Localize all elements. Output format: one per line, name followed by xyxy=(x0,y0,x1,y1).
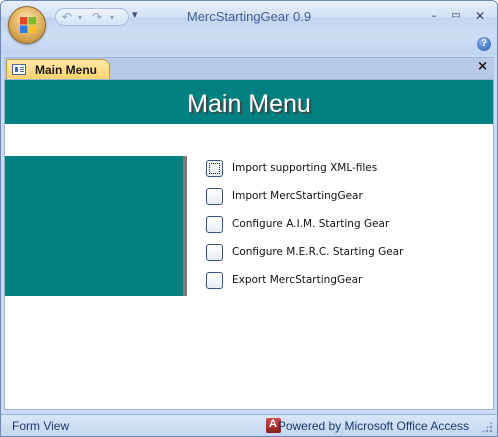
configure-merc-button[interactable] xyxy=(206,244,223,261)
status-powered-by: Powered by Microsoft Office Access xyxy=(277,419,469,433)
menu-item-configure-merc: Configure M.E.R.C. Starting Gear xyxy=(206,244,466,264)
status-bar: Form View Powered by Microsoft Office Ac… xyxy=(1,414,497,436)
restore-icon[interactable]: ▭ xyxy=(445,6,467,26)
close-icon[interactable]: ✕ xyxy=(469,6,491,26)
close-tab-icon[interactable]: × xyxy=(477,59,488,74)
tab-main-menu[interactable]: Main Menu xyxy=(6,59,110,80)
menu-item-label: Import MercStartingGear xyxy=(232,190,363,202)
import-xml-button[interactable] xyxy=(206,160,223,177)
export-button[interactable] xyxy=(206,272,223,289)
picture-panel-shadow xyxy=(183,156,187,296)
import-merc-button[interactable] xyxy=(206,188,223,205)
form-title: Main Menu xyxy=(187,90,311,118)
minimize-icon[interactable]: – xyxy=(423,6,445,26)
menu-item-label: Import supporting XML-files xyxy=(232,162,378,174)
document-tab-strip: Main Menu × xyxy=(4,57,494,80)
menu-item-label: Export MercStartingGear xyxy=(232,274,363,286)
help-icon[interactable]: ? xyxy=(477,37,491,51)
configure-aim-button[interactable] xyxy=(206,216,223,233)
menu-item-import-xml: Import supporting XML-files xyxy=(206,160,466,180)
menu-item-configure-aim: Configure A.I.M. Starting Gear xyxy=(206,216,466,236)
main-menu-form: Main Menu Import supporting XML-files Im… xyxy=(4,79,494,410)
form-icon xyxy=(12,64,26,75)
ribbon-collapsed-row: ? xyxy=(1,35,497,55)
menu-item-import-merc: Import MercStartingGear xyxy=(206,188,466,208)
access-window: ↶ ▾ ↷ ▾ ▾ MercStartingGear 0.9 – ▭ ✕ ? M… xyxy=(0,0,498,437)
office-button[interactable] xyxy=(8,6,46,44)
form-header: Main Menu xyxy=(5,80,493,124)
office-logo-icon xyxy=(20,17,36,33)
menu-item-label: Configure A.I.M. Starting Gear xyxy=(232,218,390,230)
menu-item-export: Export MercStartingGear xyxy=(206,272,466,292)
title-bar: ↶ ▾ ↷ ▾ ▾ MercStartingGear 0.9 – ▭ ✕ xyxy=(1,1,497,35)
menu-item-label: Configure M.E.R.C. Starting Gear xyxy=(232,246,404,258)
resize-grip-icon[interactable] xyxy=(481,421,493,433)
tab-label: Main Menu xyxy=(35,63,97,77)
status-view: Form View xyxy=(12,419,70,433)
picture-panel xyxy=(5,156,183,296)
